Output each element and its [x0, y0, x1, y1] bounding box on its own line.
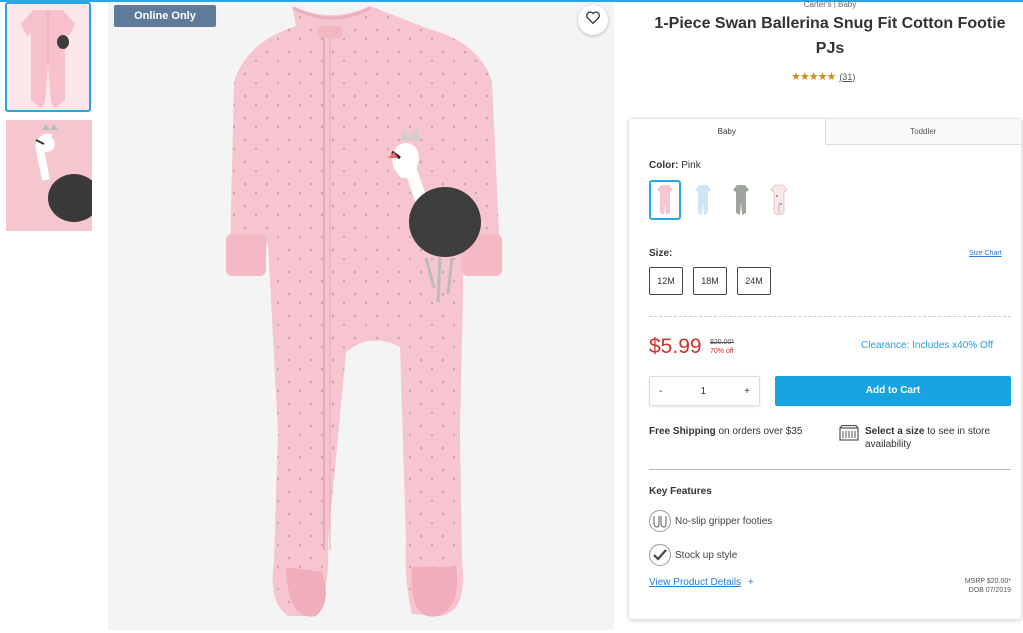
add-to-cart-button[interactable]: Add to Cart: [775, 376, 1011, 406]
details-link-text: View Product Details: [649, 577, 742, 588]
view-product-details-link[interactable]: View Product Details +: [649, 577, 754, 588]
feature-item: Stock up style: [649, 544, 737, 566]
discount-percent: 70% off: [710, 348, 734, 355]
thumbnail-1[interactable]: [5, 2, 91, 112]
footie-icon: [649, 510, 671, 532]
feature-item: No-slip gripper footies: [649, 510, 772, 532]
favorite-button[interactable]: [578, 5, 608, 35]
age-tabs: Baby Toddler: [629, 119, 1021, 145]
quantity-value[interactable]: 1: [700, 386, 706, 397]
thumbnail-2-image: [6, 120, 92, 231]
size-option-18m[interactable]: 18M: [693, 267, 727, 295]
quantity-stepper: - 1 +: [649, 376, 760, 406]
store-bold: Select a size: [865, 426, 925, 437]
blue-pajama-thumbnail: [695, 185, 711, 215]
original-price: $20.00*: [710, 339, 735, 346]
swatch-white-print[interactable]: [763, 180, 795, 220]
store-icon: [839, 424, 859, 451]
clearance-note: Clearance: Includes x40% Off: [861, 340, 994, 351]
check-icon: [649, 544, 671, 566]
shipping-bold: Free Shipping: [649, 426, 716, 437]
quantity-decrease-button[interactable]: -: [659, 386, 662, 397]
review-count-link[interactable]: (31): [839, 72, 855, 82]
brand-breadcrumb[interactable]: Carter's | Baby: [760, 0, 900, 9]
thumbnail-strip: [0, 0, 100, 633]
purchase-panel: Baby Toddler Color: Pink Size: Size Char…: [628, 118, 1022, 620]
rating-stars: ★★★★★: [791, 71, 836, 83]
rating[interactable]: ★★★★★ (31): [791, 70, 855, 83]
size-label: Size:: [649, 248, 673, 259]
tab-toddler[interactable]: Toddler: [825, 119, 1021, 145]
key-features-title: Key Features: [649, 486, 712, 497]
store-availability[interactable]: Select a size to see in store availabili…: [839, 424, 1019, 451]
sale-price: $5.99: [649, 335, 702, 358]
size-chart-link[interactable]: Size Chart: [969, 250, 1002, 257]
size-option-24m[interactable]: 24M: [737, 267, 771, 295]
thumbnail-1-image: [21, 10, 75, 108]
expand-plus-icon: +: [747, 577, 754, 588]
shipping-info: Free Shipping on orders over $35: [649, 425, 819, 438]
swatch-pink[interactable]: [649, 180, 681, 220]
size-label-row: Size:: [649, 248, 672, 259]
feature-label: No-slip gripper footies: [675, 515, 773, 527]
pink-pajama-thumbnail: [657, 185, 673, 215]
swatch-gray[interactable]: [725, 180, 757, 220]
size-option-12m[interactable]: 12M: [649, 267, 683, 295]
section-divider: [649, 469, 1011, 470]
swatch-blue[interactable]: [687, 180, 719, 220]
divider: [649, 316, 1011, 317]
shipping-text: on orders over $35: [715, 426, 803, 437]
msrp-info: MSRP $20.00* DOB 07/2019: [929, 577, 1011, 595]
store-text-wrap: Select a size to see in store availabili…: [865, 425, 1019, 451]
color-label-row: Color: Pink: [649, 160, 701, 171]
pajama-illustration: [108, 2, 614, 630]
color-label: Color:: [649, 160, 679, 171]
size-options: 12M 18M 24M: [649, 267, 771, 295]
online-only-badge: Online Only: [114, 5, 216, 27]
tab-baby[interactable]: Baby: [629, 119, 826, 145]
color-value: Pink: [681, 160, 701, 171]
print-pajama-thumbnail: [770, 184, 788, 216]
heart-icon: [586, 11, 600, 29]
product-title: 1-Piece Swan Ballerina Snug Fit Cotton F…: [654, 15, 1006, 57]
product-image[interactable]: Online Only: [108, 2, 614, 630]
dob-line: DOB 07/2019: [968, 587, 1011, 594]
quantity-increase-button[interactable]: +: [744, 386, 750, 397]
thumbnail-2[interactable]: [6, 120, 92, 231]
feature-label: Stock up style: [675, 549, 738, 561]
gray-pajama-thumbnail: [733, 185, 749, 215]
msrp-line: MSRP $20.00*: [964, 578, 1011, 585]
color-swatches: [649, 180, 795, 220]
